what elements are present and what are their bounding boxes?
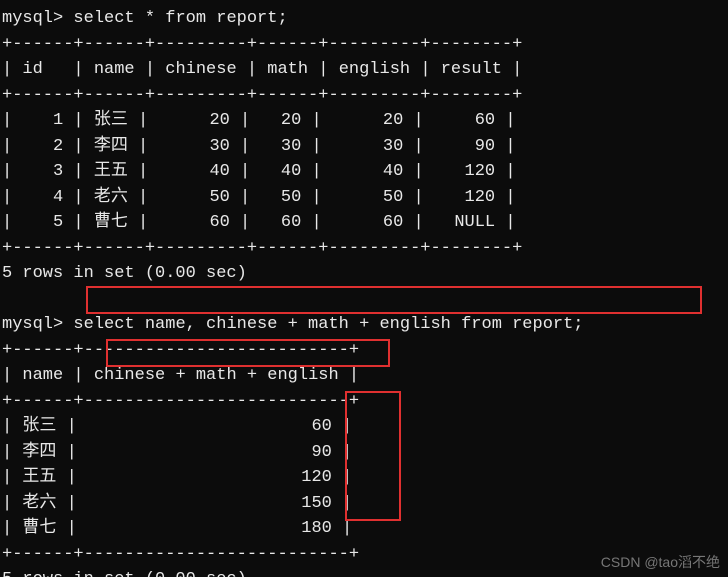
table1-border-top: +------+------+---------+------+--------… xyxy=(2,35,522,54)
table1-row: | 4 | 老六 | 50 | 50 | 50 | 120 | xyxy=(2,188,516,207)
table2-border-bot: +------+--------------------------+ xyxy=(2,545,359,564)
table2-row: | 王五 | 120 | xyxy=(2,468,352,487)
table1-border-mid: +------+------+---------+------+--------… xyxy=(2,86,522,105)
table1-row: | 2 | 李四 | 30 | 30 | 30 | 90 | xyxy=(2,137,516,156)
table1-border-bot: +------+------+---------+------+--------… xyxy=(2,239,522,258)
table1-row: | 1 | 张三 | 20 | 20 | 20 | 60 | xyxy=(2,111,516,130)
table2-row: | 曹七 | 180 | xyxy=(2,519,352,538)
table1-header-row: | id | name | chinese | math | english |… xyxy=(2,60,522,79)
table1-row: | 3 | 王五 | 40 | 40 | 40 | 120 | xyxy=(2,162,516,181)
sql-query-2: select name, chinese + math + english fr… xyxy=(73,315,583,334)
watermark-text: CSDN @tao滔不绝 xyxy=(601,552,720,573)
table2-row: | 老六 | 150 | xyxy=(2,494,352,513)
sql-query-1: select * from report; xyxy=(73,9,287,28)
table2-row: | 张三 | 60 | xyxy=(2,417,352,436)
mysql-prompt: mysql> select name, chinese + math + eng… xyxy=(2,315,584,334)
table2-border-mid: +------+--------------------------+ xyxy=(2,392,359,411)
table2-border-top: +------+--------------------------+ xyxy=(2,341,359,360)
table1-row: | 5 | 曹七 | 60 | 60 | 60 | NULL | xyxy=(2,213,516,232)
table2-header-row: | name | chinese + math + english | xyxy=(2,366,359,385)
mysql-prompt: mysql> select * from report; xyxy=(2,9,288,28)
query1-footer: 5 rows in set (0.00 sec) xyxy=(2,264,247,283)
query2-footer: 5 rows in set (0.00 sec) xyxy=(2,570,247,577)
table2-row: | 李四 | 90 | xyxy=(2,443,352,462)
terminal-output: mysql> select * from report; +------+---… xyxy=(0,0,728,577)
